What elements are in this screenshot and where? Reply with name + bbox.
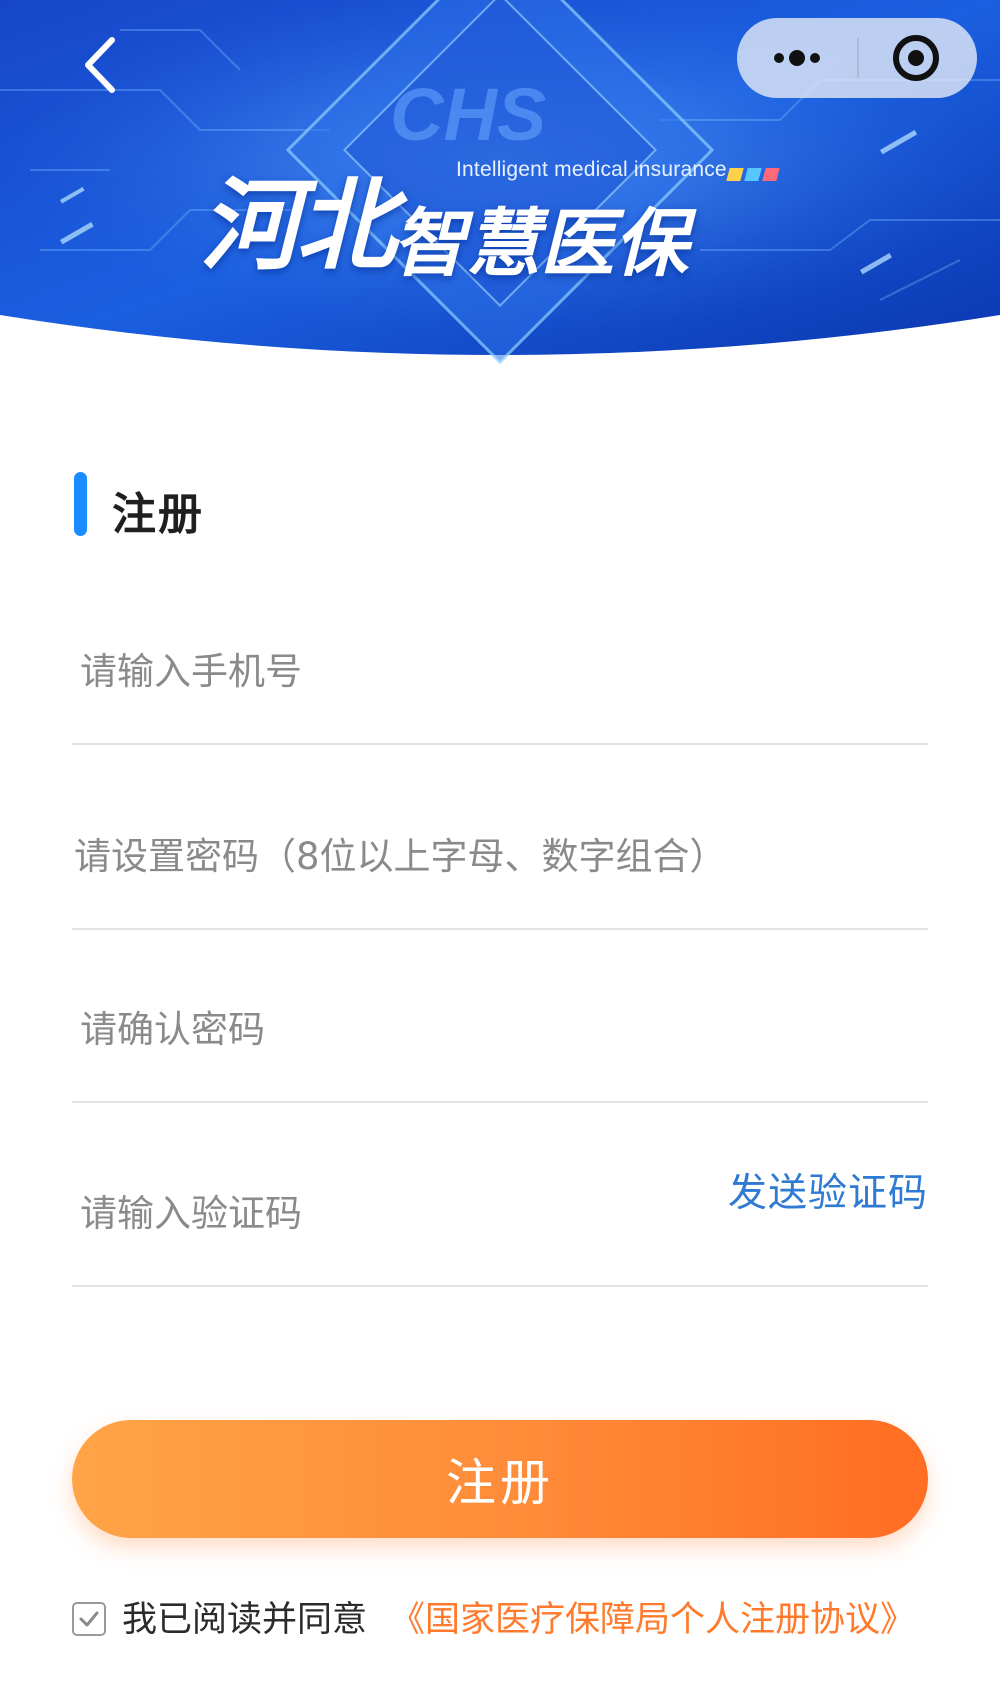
close-mini-program-button[interactable] (859, 18, 977, 98)
send-code-button[interactable]: 发送验证码 (728, 1162, 928, 1218)
checkmark-icon (79, 1611, 99, 1627)
register-button[interactable]: 注册 (72, 1420, 928, 1538)
phone-input[interactable] (72, 600, 928, 743)
agreement-row: 我已阅读并同意 《国家医疗保障局个人注册协议》 (72, 1596, 952, 1646)
verification-code-field: 发送验证码 (72, 1142, 928, 1287)
confirm-password-field (72, 958, 928, 1103)
register-page: CHS Intelligent medical insurance 河北智慧医保… (0, 0, 1000, 1692)
header-banner: CHS Intelligent medical insurance 河北智慧医保 (0, 0, 1000, 370)
target-circle-icon (893, 35, 939, 81)
more-button[interactable] (737, 18, 857, 98)
agreement-text: 我已阅读并同意 (122, 1600, 368, 1640)
section-marker (74, 472, 87, 536)
page-title: 注册 (112, 489, 204, 540)
password-field (72, 785, 928, 930)
password-input[interactable] (72, 785, 928, 928)
banner-title-part2: 智慧医保 (392, 201, 688, 287)
chevron-left-icon (85, 37, 115, 93)
banner-title: 河北智慧医保 (200, 150, 800, 291)
banner-title-part1: 河北 (200, 167, 396, 284)
phone-field (72, 600, 928, 745)
confirm-password-input[interactable] (72, 958, 928, 1101)
more-dots-icon (774, 50, 820, 66)
back-button[interactable] (70, 30, 130, 100)
agreement-link[interactable]: 《国家医疗保障局个人注册协议》 (390, 1596, 915, 1644)
agreement-checkbox[interactable] (72, 1602, 106, 1636)
mini-program-capsule (737, 18, 977, 98)
svg-text:CHS: CHS (390, 73, 546, 156)
